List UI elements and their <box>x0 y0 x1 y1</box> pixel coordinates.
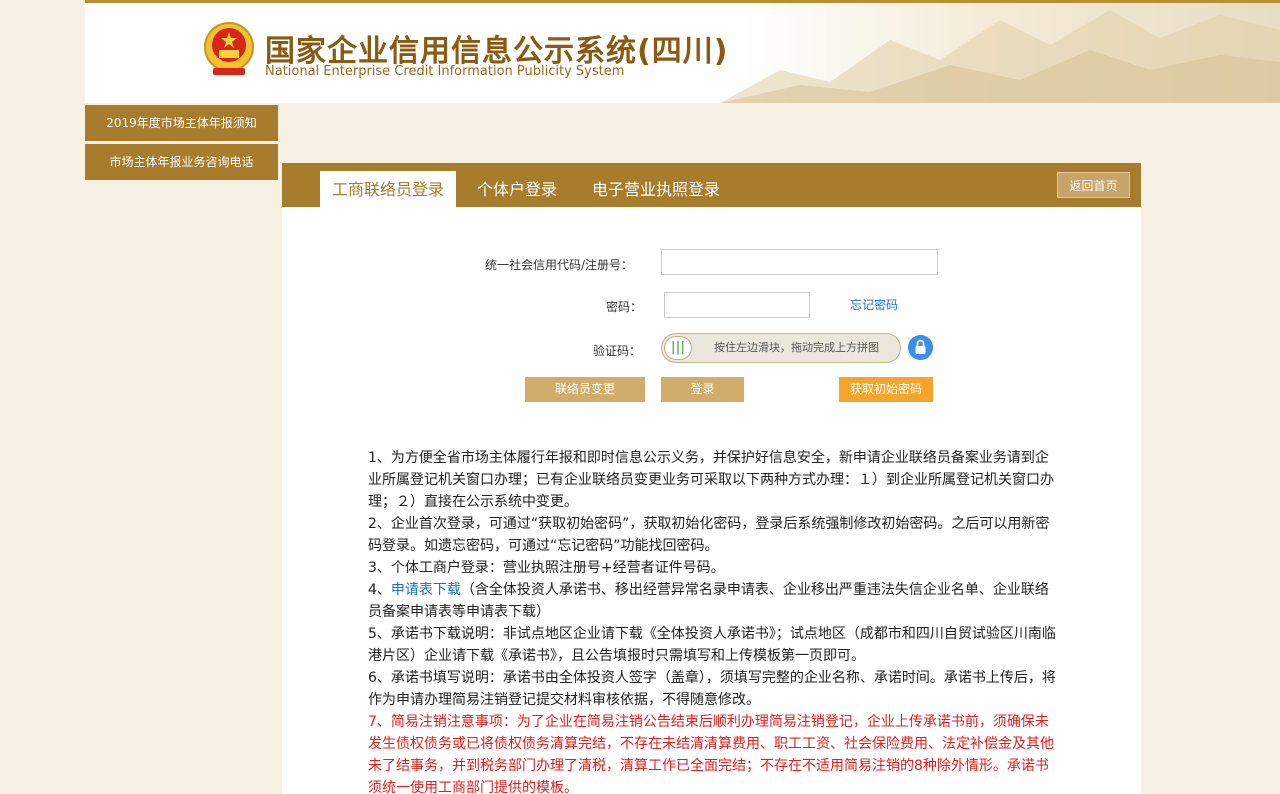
note-6: 6、承诺书填写说明：承诺书由全体投资人签字（盖章），须填写完整的企业名称、承诺时… <box>368 670 1056 708</box>
note-5: 5、承诺书下载说明：非试点地区企业请下载《全体投资人承诺书》；试点地区（成都市和… <box>368 626 1056 664</box>
sidebar-item-consult-phone[interactable]: 市场主体年报业务咨询电话 <box>85 144 278 180</box>
sidebar-item-annual-report-notice[interactable]: 2019年度市场主体年报须知 <box>85 105 278 141</box>
captcha-slider[interactable]: ||| 按住左边滑块，拖动完成上方拼图 <box>661 333 901 363</box>
login-tab-bar: 工商联络员登录 个体户登录 电子营业执照登录 返回首页 <box>282 163 1141 207</box>
login-instructions: 1、为方便全省市场主体履行年报和即时信息公示义务，并保护好信息安全，新申请企业联… <box>368 447 1058 794</box>
credit-code-input[interactable] <box>661 249 938 275</box>
forgot-password-link[interactable]: 忘记密码 <box>850 296 898 313</box>
get-initial-password-button[interactable]: 获取初始密码 <box>839 377 933 402</box>
tab-individual-login[interactable]: 个体户登录 <box>477 171 557 207</box>
credit-code-label: 统一社会信用代码/注册号： <box>485 258 634 272</box>
note-3: 3、个体工商户登录：营业执照注册号+经营者证件号码。 <box>368 560 725 576</box>
note-2: 2、企业首次登录，可通过“获取初始密码”，获取初始化密码，登录后系统强制修改初始… <box>368 516 1050 554</box>
tab-contact-login[interactable]: 工商联络员登录 <box>320 171 457 207</box>
password-label: 密码： <box>606 300 643 314</box>
password-input[interactable] <box>664 292 810 318</box>
tab-e-license-login[interactable]: 电子营业执照登录 <box>592 171 720 207</box>
application-form-download-link[interactable]: 申请表下载 <box>391 582 461 598</box>
change-contact-button[interactable]: 联络员变更 <box>525 377 645 402</box>
slider-handle-icon[interactable]: ||| <box>664 336 692 360</box>
captcha-label: 验证码： <box>593 344 642 358</box>
return-home-button[interactable]: 返回首页 <box>1057 172 1130 198</box>
note-7-warning: 7、简易注销注意事项：为了企业在简易注销公告结束后顺利办理简易注销登记，企业上传… <box>368 714 1054 794</box>
slider-hint-text: 按住左边滑块，拖动完成上方拼图 <box>714 341 879 354</box>
mountain-decoration <box>720 10 1280 103</box>
national-emblem-icon <box>204 22 254 75</box>
note-4-text: （含全体投资人承诺书、移出经营异常名录申请表、企业移出严重违法失信企业名单、企业… <box>368 582 1049 620</box>
site-header: 国家企业信用信息公示系统(四川) National Enterprise Cre… <box>85 0 1280 103</box>
login-button[interactable]: 登录 <box>661 377 744 402</box>
lock-icon <box>908 335 933 360</box>
note-4-prefix: 4、 <box>368 582 391 598</box>
note-4: 4、申请表下载（含全体投资人承诺书、移出经营异常名录申请表、企业移出严重违法失信… <box>368 579 1058 623</box>
site-subtitle: National Enterprise Credit Information P… <box>265 64 625 79</box>
login-panel: 工商联络员登录 个体户登录 电子营业执照登录 返回首页 统一社会信用代码/注册号… <box>282 163 1141 794</box>
note-1: 1、为方便全省市场主体履行年报和即时信息公示义务，并保护好信息安全，新申请企业联… <box>368 450 1054 510</box>
